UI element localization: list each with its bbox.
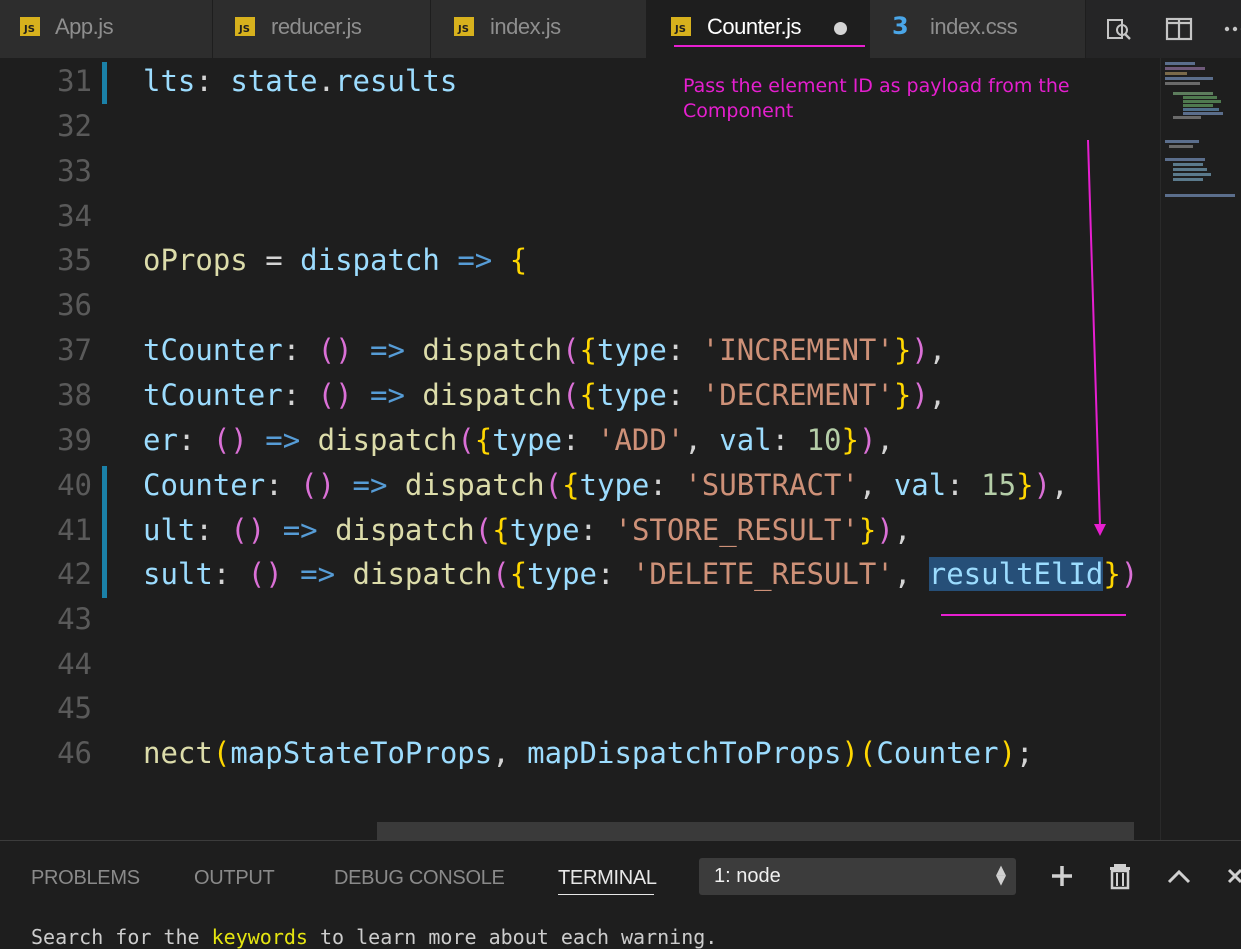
tab-label: App.js: [55, 14, 113, 40]
annotation-note: Pass the element ID as payload from the …: [683, 74, 1133, 124]
editor-tab-bar: JS App.js JS reducer.js JS index.js JS C…: [0, 0, 1241, 58]
tab-output[interactable]: OUTPUT: [194, 867, 274, 890]
tab-label: Counter.js: [707, 14, 801, 40]
active-tab-indicator: [558, 894, 654, 895]
terminal-keyword: keywords: [212, 925, 308, 949]
tab-label: index.js: [490, 14, 561, 40]
bottom-panel: PROBLEMS OUTPUT DEBUG CONSOLE TERMINAL 1…: [0, 840, 1241, 939]
more-actions-icon[interactable]: [1224, 14, 1241, 44]
annotation-arrow: [0, 58, 1160, 840]
tab-index-js[interactable]: JS index.js: [431, 0, 647, 58]
css-file-icon: 3: [892, 14, 909, 38]
tab-counter-js[interactable]: JS Counter.js: [647, 0, 870, 58]
new-terminal-icon[interactable]: [1049, 861, 1075, 898]
close-icon[interactable]: [1226, 861, 1241, 898]
tab-app-js[interactable]: JS App.js: [0, 0, 213, 58]
code-editor[interactable]: 31 lts: state.results 32 33 34 35 oProps…: [0, 58, 1160, 840]
minimap[interactable]: [1160, 58, 1241, 840]
tab-index-css[interactable]: 3 index.css: [870, 0, 1086, 58]
terminal-select-value: 1: node: [714, 865, 781, 888]
horizontal-scrollbar[interactable]: [377, 822, 1134, 840]
js-file-icon: JS: [20, 17, 40, 36]
trash-icon[interactable]: [1107, 861, 1133, 898]
terminal-output-line: Search for the keywords to learn more ab…: [31, 925, 717, 949]
select-arrows-icon: ▲▼: [996, 866, 1006, 886]
annotation-underline: [674, 45, 865, 47]
js-file-icon: JS: [235, 17, 255, 36]
chevron-up-icon[interactable]: [1166, 861, 1192, 898]
tab-problems[interactable]: PROBLEMS: [31, 867, 140, 890]
js-file-icon: JS: [671, 17, 691, 36]
js-file-icon: JS: [454, 17, 474, 36]
tab-terminal[interactable]: TERMINAL: [558, 867, 657, 890]
terminal-select[interactable]: 1: node ▲▼: [699, 858, 1016, 895]
tab-debug-console[interactable]: DEBUG CONSOLE: [334, 867, 505, 890]
split-editor-icon[interactable]: [1164, 14, 1194, 44]
open-changes-icon[interactable]: [1104, 14, 1134, 44]
unsaved-dot-icon[interactable]: [834, 22, 847, 35]
tab-label: index.css: [930, 14, 1017, 40]
tab-reducer-js[interactable]: JS reducer.js: [213, 0, 431, 58]
tab-label: reducer.js: [271, 14, 361, 40]
